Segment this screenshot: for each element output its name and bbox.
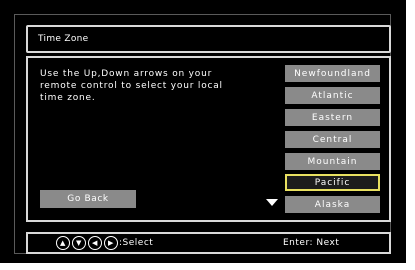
timezone-option-atlantic[interactable]: Atlantic [285, 87, 380, 104]
scroll-down-arrow-icon[interactable] [266, 199, 278, 206]
timezone-option-alaska[interactable]: Alaska [285, 196, 380, 213]
arrow-left-icon: ◀ [88, 236, 102, 250]
arrow-up-icon: ▲ [56, 236, 70, 250]
timezone-option-pacific[interactable]: Pacific [285, 174, 380, 191]
timezone-option-newfoundland[interactable]: Newfoundland [285, 65, 380, 82]
nav-icons: ▲ ▼ ◀ ▶ [56, 236, 118, 250]
go-back-button[interactable]: Go Back [40, 190, 136, 208]
enter-next-hint: Enter: Next [283, 238, 340, 248]
page-title: Time Zone [38, 34, 89, 44]
footer-bar: ▲ ▼ ◀ ▶ :Select Enter: Next [26, 232, 391, 254]
timezone-option-eastern[interactable]: Eastern [285, 109, 380, 126]
select-hint: :Select [119, 238, 154, 248]
timezone-option-central[interactable]: Central [285, 131, 380, 148]
go-back-label: Go Back [67, 194, 109, 204]
arrow-down-icon: ▼ [72, 236, 86, 250]
arrow-right-icon: ▶ [104, 236, 118, 250]
timezone-option-mountain[interactable]: Mountain [285, 153, 380, 170]
tv-screen: Time Zone Use the Up,Down arrows on your… [0, 0, 406, 263]
instructions-text: Use the Up,Down arrows on your remote co… [40, 69, 223, 103]
title-bar: Time Zone [26, 25, 391, 53]
